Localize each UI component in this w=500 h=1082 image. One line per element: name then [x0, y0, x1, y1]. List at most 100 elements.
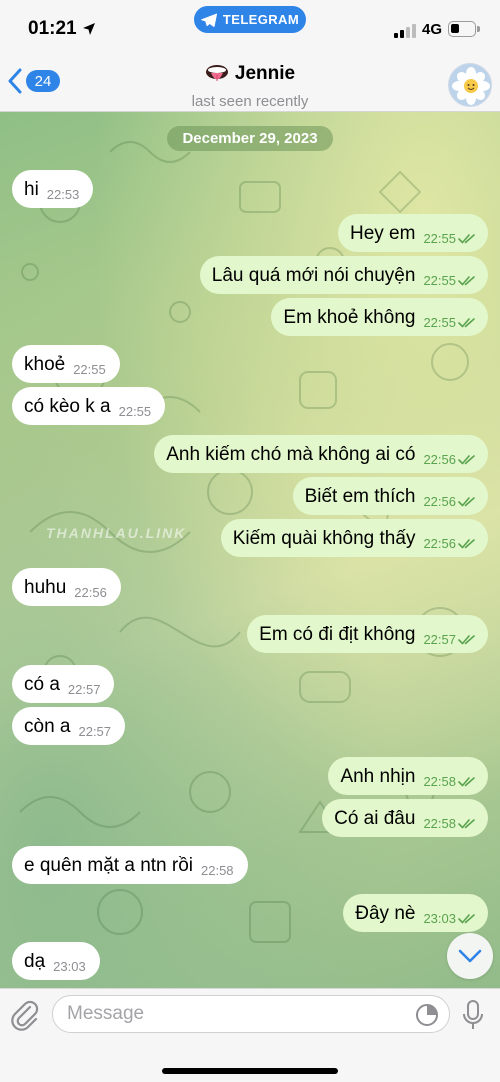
- message-text: có kèo k a: [24, 395, 111, 417]
- status-bar: 01:21 TELEGRAM 4G: [0, 0, 500, 58]
- sticker-icon[interactable]: [415, 1003, 439, 1027]
- message-time: 22:56: [74, 584, 107, 600]
- message-text: hi: [24, 178, 39, 200]
- status-time: 01:21: [28, 18, 77, 39]
- incoming-message[interactable]: có kèo k a 22:55: [12, 387, 166, 425]
- incoming-message[interactable]: dạ 23:03: [12, 942, 100, 980]
- outgoing-message[interactable]: Kiếm quài không thấy 22:56: [220, 519, 488, 557]
- message-time: 22:56: [423, 493, 456, 509]
- message-meta: 23:03: [423, 911, 476, 926]
- chevron-down-icon: [458, 949, 482, 963]
- message-text: có a: [24, 673, 60, 695]
- message-meta: 22:57: [68, 682, 101, 697]
- message-time: 22:56: [423, 451, 456, 467]
- message-text: Đây nè: [355, 902, 416, 924]
- message-meta: 22:55: [119, 404, 152, 419]
- home-indicator: [162, 1068, 338, 1074]
- flower-avatar-icon: [449, 64, 491, 106]
- read-ticks-icon: [458, 818, 475, 828]
- message-text: Có ai đâu: [334, 807, 416, 829]
- message-meta: 22:57: [78, 724, 111, 739]
- read-ticks-icon: [458, 913, 475, 923]
- message-time: 22:55: [423, 230, 456, 246]
- message-time: 22:53: [46, 186, 80, 202]
- read-ticks-icon: [458, 776, 475, 786]
- message-meta: 22:55: [73, 362, 106, 377]
- message-text: e quên mặt a ntn rồi: [24, 854, 193, 876]
- chat-title[interactable]: Jennie last seen recently: [0, 62, 500, 110]
- incoming-message[interactable]: còn a 22:57: [12, 707, 126, 745]
- incoming-message[interactable]: huhu 22:56: [12, 568, 121, 606]
- outgoing-message[interactable]: Có ai đâu 22:58: [322, 799, 488, 837]
- read-ticks-icon: [458, 634, 475, 644]
- avatar[interactable]: [448, 63, 492, 107]
- outgoing-message[interactable]: Lâu quá mới nói chuyện 22:55: [199, 256, 488, 294]
- message-time: 22:58: [423, 773, 456, 789]
- read-ticks-icon: [458, 454, 475, 464]
- message-text: dạ: [24, 950, 46, 972]
- incoming-message[interactable]: có a 22:57: [12, 665, 115, 703]
- read-ticks-icon: [458, 317, 475, 327]
- read-ticks-icon: [458, 496, 475, 506]
- outgoing-message[interactable]: Biết em thích 22:56: [292, 477, 488, 515]
- message-meta: 22:55: [423, 273, 476, 288]
- message-text: Biết em thích: [304, 485, 416, 507]
- message-text: Lâu quá mới nói chuyện: [211, 264, 416, 286]
- message-time: 22:55: [423, 314, 456, 330]
- message-meta: 22:56: [423, 452, 476, 467]
- message-text: Hey em: [349, 222, 416, 244]
- message-meta: 23:03: [53, 959, 86, 974]
- message-text: Kiếm quài không thấy: [232, 527, 416, 549]
- contact-name: Jennie: [234, 63, 296, 84]
- last-seen-status: last seen recently: [191, 93, 309, 110]
- telegram-pill[interactable]: TELEGRAM: [194, 6, 306, 33]
- outgoing-message[interactable]: Hey em 22:55: [337, 214, 488, 252]
- outgoing-message[interactable]: Anh kiếm chó mà không ai có 22:56: [154, 435, 488, 473]
- outgoing-message[interactable]: Em có đi địt không 22:57: [247, 615, 488, 653]
- message-time: 22:57: [78, 723, 112, 739]
- incoming-message[interactable]: e quên mặt a ntn rồi 22:58: [12, 846, 248, 884]
- message-meta: 22:58: [423, 774, 476, 789]
- telegram-plane-icon: [201, 13, 217, 27]
- network-type: 4G: [422, 21, 443, 38]
- outgoing-message[interactable]: Em khoẻ không 22:55: [271, 298, 488, 336]
- watermark-text: THANHLAU.LINK: [46, 525, 187, 541]
- chat-area[interactable]: THANHLAU.LINK December 29, 2023 hi 22:53 H…: [0, 112, 500, 988]
- message-meta: 22:57: [423, 632, 476, 647]
- message-time: 22:57: [67, 681, 101, 697]
- message-time: 22:55: [118, 403, 152, 419]
- message-time: 22:56: [423, 535, 456, 551]
- telegram-pill-label: TELEGRAM: [222, 12, 300, 27]
- tongue-face-emoji-icon: [205, 65, 228, 81]
- message-meta: 22:58: [423, 816, 476, 831]
- chat-header: 24 Jennie last seen recently: [0, 58, 500, 112]
- message-meta: 22:56: [74, 585, 107, 600]
- message-time: 23:03: [53, 958, 86, 974]
- message-text: Anh nhịn: [340, 765, 416, 787]
- message-time: 22:58: [423, 815, 456, 831]
- scroll-down-button[interactable]: [447, 933, 493, 979]
- message-text: Em khoẻ không: [283, 306, 416, 328]
- read-ticks-icon: [458, 233, 475, 243]
- battery-icon: [448, 21, 480, 37]
- message-input[interactable]: [67, 996, 407, 1032]
- message-text: Anh kiếm chó mà không ai có: [166, 443, 416, 465]
- outgoing-message[interactable]: Anh nhịn 22:58: [328, 757, 488, 795]
- incoming-message[interactable]: hi 22:53: [12, 170, 94, 208]
- cellular-signal-icon: [394, 24, 416, 38]
- message-text: khoẻ: [24, 353, 66, 375]
- outgoing-message[interactable]: Đây nè 23:03: [343, 894, 488, 932]
- message-meta: 22:56: [423, 536, 476, 551]
- message-meta: 22:55: [423, 231, 476, 246]
- message-text: còn a: [24, 715, 71, 737]
- microphone-icon[interactable]: [462, 999, 484, 1031]
- date-separator: December 29, 2023: [167, 126, 333, 151]
- message-field[interactable]: [52, 995, 450, 1033]
- message-time: 22:55: [73, 361, 106, 377]
- read-ticks-icon: [458, 275, 475, 285]
- incoming-message[interactable]: khoẻ 22:55: [12, 345, 120, 383]
- message-text: Em có đi địt không: [259, 623, 416, 645]
- message-meta: 22:55: [423, 315, 476, 330]
- paperclip-icon[interactable]: [10, 999, 40, 1031]
- message-meta: 22:56: [423, 494, 476, 509]
